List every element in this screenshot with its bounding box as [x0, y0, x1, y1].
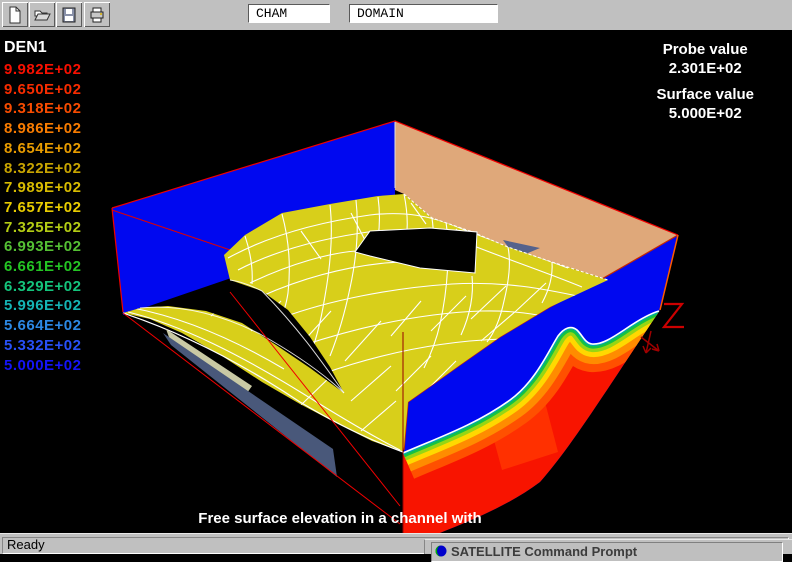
legend-entry: 8.322E+02: [4, 159, 82, 179]
legend-entry: 5.332E+02: [4, 336, 82, 356]
print-button[interactable]: [84, 2, 110, 27]
legend-entry: 6.993E+02: [4, 237, 82, 257]
plot-caption: Free surface elevation in a channel with: [0, 510, 680, 527]
z-axis-glyph: [664, 304, 684, 327]
taskbar-button-label: SATELLITE Command Prompt: [451, 544, 637, 559]
color-legend: DEN1 9.982E+02 9.650E+02 9.318E+02 8.986…: [4, 38, 82, 375]
legend-entry: 5.996E+02: [4, 296, 82, 316]
legend-entry: 5.664E+02: [4, 316, 82, 336]
taskbar-satellite-button[interactable]: SATELLITE Command Prompt: [431, 542, 783, 562]
legend-entry: 9.318E+02: [4, 99, 82, 119]
legend-entry: 7.657E+02: [4, 198, 82, 218]
probe-readout: Probe value 2.301E+02 Surface value 5.00…: [656, 40, 754, 123]
legend-entry: 9.650E+02: [4, 80, 82, 100]
legend-entry: 5.000E+02: [4, 356, 82, 376]
legend-entry: 7.989E+02: [4, 178, 82, 198]
legend-entry: 6.329E+02: [4, 277, 82, 297]
legend-entry: 7.325E+02: [4, 218, 82, 238]
print-icon: [88, 6, 106, 24]
open-button[interactable]: [29, 2, 55, 27]
save-button[interactable]: [56, 2, 82, 27]
surface-value: 5.000E+02: [656, 104, 754, 123]
toolbar: CHAM DOMAIN: [0, 0, 792, 30]
new-document-icon: [6, 6, 24, 24]
legend-entry: 8.654E+02: [4, 139, 82, 159]
domain-field[interactable]: DOMAIN: [349, 4, 498, 23]
windows-taskbar: SATELLITE Command Prompt: [424, 539, 792, 554]
photon-window: { "toolbar": { "buttons": ["new-document…: [0, 0, 792, 554]
render-viewport: DEN1 9.982E+02 9.650E+02 9.318E+02 8.986…: [0, 30, 792, 533]
save-floppy-icon: [60, 6, 78, 24]
cham-field[interactable]: CHAM: [248, 4, 330, 23]
legend-entry: 8.986E+02: [4, 119, 82, 139]
probe-value: 2.301E+02: [656, 59, 754, 78]
legend-entry: 6.661E+02: [4, 257, 82, 277]
legend-title: DEN1: [4, 38, 82, 58]
open-folder-icon: [33, 6, 51, 24]
satellite-app-icon: [435, 545, 447, 557]
probe-label: Probe value: [656, 40, 754, 59]
legend-entry: 9.982E+02: [4, 60, 82, 80]
new-document-button[interactable]: [2, 2, 28, 27]
surface-label: Surface value: [656, 85, 754, 104]
